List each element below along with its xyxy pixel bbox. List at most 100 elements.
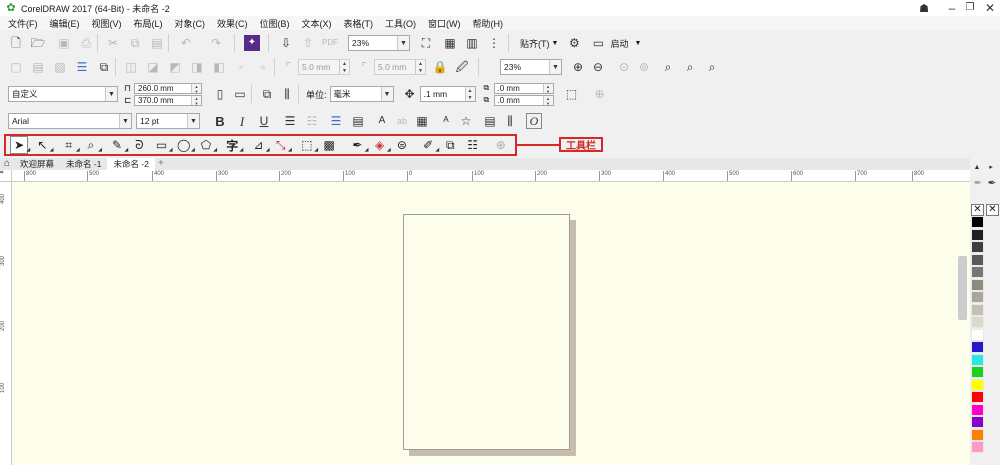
align-icon[interactable]: ▢ [8, 59, 24, 75]
menu-item[interactable]: 表格(T) [338, 17, 380, 30]
units-select[interactable]: 毫米 ▼ [329, 86, 394, 102]
freehand-tool-icon[interactable]: ✎ ◢ [109, 137, 128, 153]
color-swatch[interactable] [971, 328, 984, 341]
drop-cap-icon[interactable]: ▤ [350, 113, 366, 129]
palette-scroll-up-icon[interactable]: ▲ [972, 162, 982, 172]
menu-item[interactable]: 文本(X) [296, 17, 338, 30]
color-swatch[interactable] [971, 428, 984, 441]
color-swatch[interactable] [971, 253, 984, 266]
no-color-swatch[interactable]: ✕ [971, 204, 984, 216]
tab-untitled-1[interactable]: 未命名 -1 [60, 158, 107, 170]
customize-tools-icon[interactable]: ☷ [464, 137, 480, 153]
tab-untitled-2[interactable]: 未命名 -2 [107, 158, 155, 170]
front-minus-back-icon[interactable]: ◧ [211, 59, 227, 75]
trim-icon[interactable]: ◪ [145, 59, 161, 75]
cut-icon[interactable]: ✂ [105, 35, 121, 51]
color-swatch[interactable] [971, 241, 984, 253]
text-tool-icon[interactable]: 字 ◢ [224, 137, 243, 154]
full-screen-preview-icon[interactable]: ⛶ [418, 35, 434, 51]
star-icon[interactable]: ☆ [458, 113, 474, 129]
color-swatch[interactable] [971, 403, 984, 416]
gear-icon[interactable]: ⚙ [566, 35, 582, 51]
drawing-canvas[interactable] [12, 182, 970, 465]
bullet-list-disabled-icon[interactable]: ☷ [304, 113, 320, 129]
text-properties-icon[interactable]: A [374, 113, 390, 129]
eyedropper-fill-icon[interactable]: ✒ [986, 178, 998, 190]
color-swatch[interactable] [971, 391, 984, 403]
close-button[interactable]: ✕ [982, 0, 998, 16]
weld-icon[interactable]: ◫ [123, 59, 139, 75]
pick-tool-icon[interactable]: ➤ ◢ [10, 136, 30, 154]
menu-item[interactable]: 帮助(H) [467, 17, 510, 30]
print-icon[interactable]: ⎙ [78, 35, 94, 51]
font-family-select[interactable]: Arial ▼ [8, 113, 132, 129]
color-swatch[interactable] [971, 353, 984, 366]
all-pages-icon[interactable]: ⧉ [259, 86, 275, 102]
menu-item[interactable]: 布局(L) [128, 17, 169, 30]
eyedropper-tool-icon[interactable]: ✒ ◢ [349, 137, 368, 153]
bold-icon[interactable]: B [212, 113, 228, 129]
crop-tool-icon[interactable]: ⌗ ◢ [60, 137, 80, 154]
intersect-icon[interactable]: ◩ [167, 59, 183, 75]
transform-icon[interactable]: ⧉ [96, 59, 112, 75]
search-content-icon[interactable]: ✦ [244, 35, 260, 51]
simplify-icon[interactable]: ◨ [189, 59, 205, 75]
font-size-select[interactable]: 12 pt ▼ [136, 113, 200, 129]
text-align-icon[interactable]: ☰ [282, 113, 298, 129]
color-swatch[interactable] [971, 303, 984, 316]
menu-item[interactable]: 效果(C) [211, 17, 254, 30]
color-swatch[interactable] [971, 291, 984, 303]
snap-to-dropdown[interactable]: 贴齐(T) [518, 37, 552, 50]
parallel-dimension-tool-icon[interactable]: ⊿ ◢ [250, 137, 269, 153]
vertical-ruler[interactable]: 400 300 200 100 [0, 182, 12, 465]
zoom-tool-icon[interactable]: ⌕ ◢ [83, 137, 101, 154]
ungroup-icon[interactable]: ▧ [52, 59, 68, 75]
zoom-selected-icon[interactable]: ⊙ [616, 59, 632, 75]
zoom-page-icon[interactable]: ⌕ [660, 59, 676, 75]
lock-icon[interactable]: 🔒 [432, 59, 448, 75]
menu-item[interactable]: 编辑(E) [44, 17, 86, 30]
save-icon[interactable]: ▣ [56, 35, 72, 51]
color-swatch[interactable] [971, 441, 984, 453]
portrait-icon[interactable]: ▯ [212, 86, 228, 102]
color-swatch[interactable] [971, 228, 984, 241]
edit-fill-icon[interactable]: 🖉 [454, 59, 470, 75]
horizontal-text-icon[interactable]: ▤ [482, 113, 498, 129]
no-outline-swatch[interactable]: ✕ [986, 204, 999, 216]
paste-icon[interactable]: ▤ [149, 35, 165, 51]
page-width-field[interactable]: 260.0 mm ▲ ▼ [134, 82, 202, 94]
zoom-all-icon[interactable]: ⊚ [636, 59, 652, 75]
rectangle-tool-icon[interactable]: ▭ ◢ [153, 137, 173, 153]
home-icon[interactable]: ⌂ [0, 158, 14, 170]
color-swatch[interactable] [971, 266, 984, 278]
boundary-icon[interactable]: ▫ [255, 59, 271, 75]
application-launcher-icon[interactable]: ▭ [590, 35, 606, 51]
show-rulers-icon[interactable]: ▦ [442, 35, 458, 51]
smart-fill-tool-icon[interactable]: ⊜ [394, 137, 410, 153]
copy-icon[interactable]: ⧉ [127, 35, 143, 51]
import-icon[interactable]: ⇩ [278, 35, 294, 51]
launch-dropdown[interactable]: 启动 [608, 37, 630, 50]
color-swatch[interactable] [971, 216, 984, 228]
tab-welcome-screen[interactable]: 欢迎屏幕 [14, 158, 60, 170]
color-swatch[interactable] [971, 278, 984, 291]
show-guidelines-icon[interactable]: ⋮ [486, 35, 502, 51]
page-size-preset-select[interactable]: 自定义 ▼ [8, 86, 118, 102]
color-swatch[interactable] [971, 366, 984, 378]
color-swatch[interactable] [971, 378, 984, 391]
bullet-list-icon[interactable]: ☰ [328, 113, 344, 129]
export-icon[interactable]: ⇧ [300, 35, 316, 51]
menu-item[interactable]: 视图(V) [86, 17, 128, 30]
duplicate-y-field[interactable]: .0 mm ▲ ▼ [493, 94, 554, 106]
menu-item[interactable]: 对象(C) [169, 17, 212, 30]
text-to-path-icon[interactable]: ᴬ [438, 113, 454, 129]
zoom-in-icon[interactable]: ⊕ [570, 59, 586, 75]
page-border-icon[interactable]: ⬚ [564, 86, 580, 102]
undo-icon[interactable]: ↶ [178, 35, 194, 51]
vertical-text-icon[interactable]: ⫼ [502, 113, 518, 129]
polygon-tool-icon[interactable]: ⬠ ◢ [198, 137, 217, 153]
palette-expand-icon[interactable]: ▸ [986, 162, 996, 172]
zoom-out-icon[interactable]: ⊖ [590, 59, 606, 75]
minimize-button[interactable]: – [944, 0, 960, 16]
edit-text-icon[interactable]: ab [394, 113, 410, 129]
